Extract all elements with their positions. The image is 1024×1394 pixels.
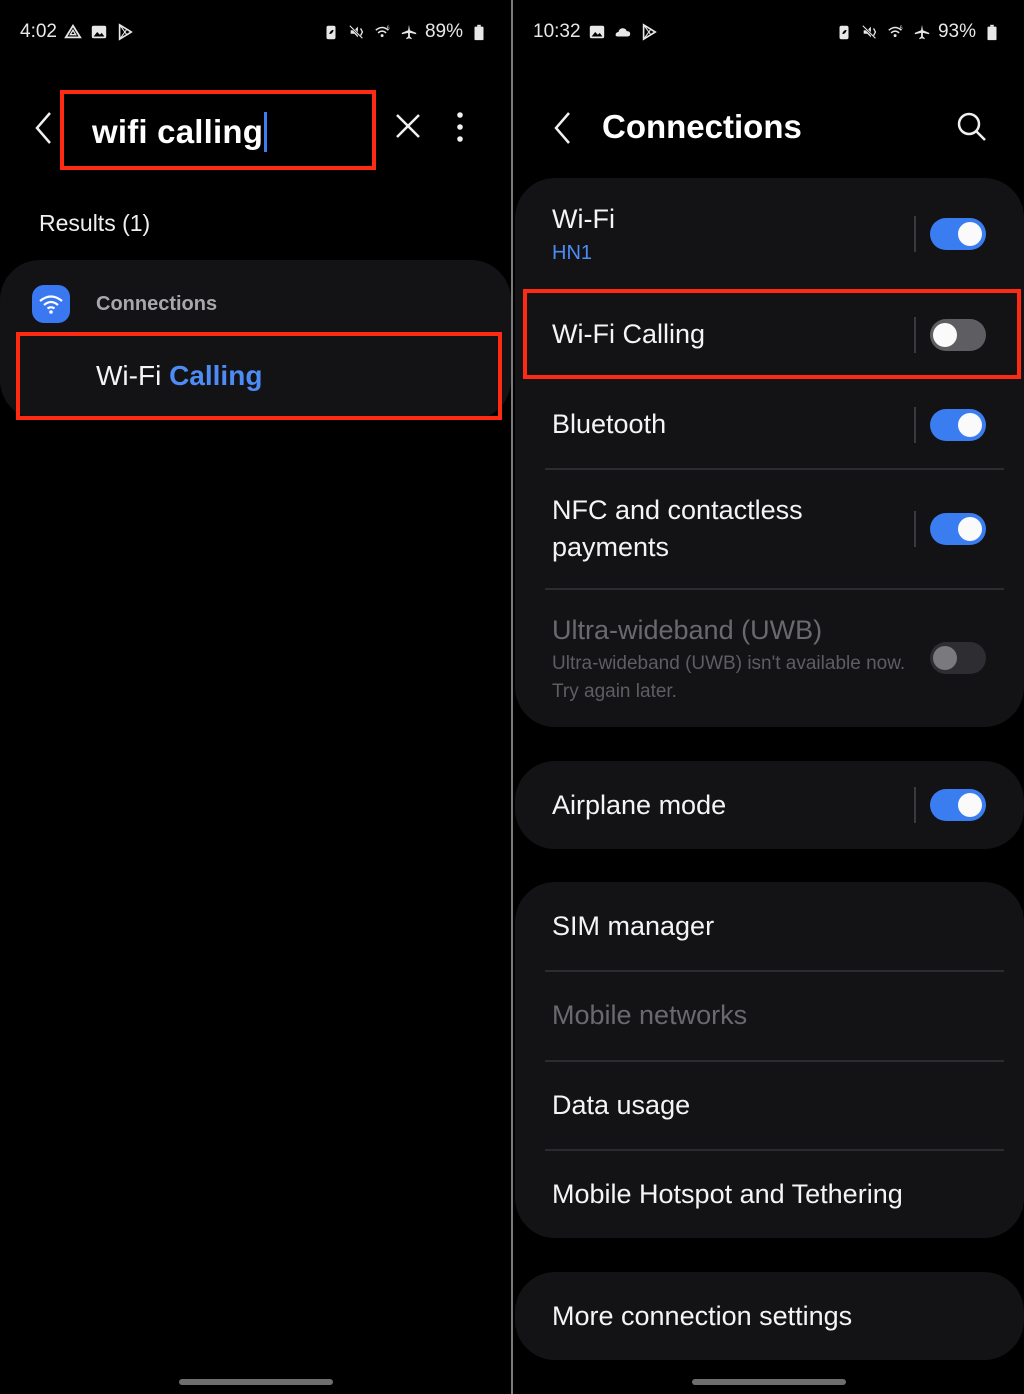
cloud-icon: [613, 22, 633, 42]
separator: [914, 407, 916, 443]
status-time: 10:32: [533, 21, 581, 42]
results-count: Results (1): [39, 210, 151, 236]
setting-row-uwb: Ultra-wideband (UWB) Ultra-wideband (UWB…: [515, 590, 1024, 727]
wifi-toggle[interactable]: [930, 218, 986, 250]
mute-icon: [347, 22, 367, 42]
text-caret: [264, 112, 268, 152]
play-store-icon: [639, 22, 659, 42]
setting-title: NFC and contactless payments: [552, 495, 803, 562]
uwb-toggle: [930, 642, 986, 674]
more-vert-icon[interactable]: [452, 110, 468, 144]
search-result-card: Connections Wi-Fi Calling: [0, 260, 511, 420]
gallery-icon: [89, 22, 109, 42]
battery-saver-icon: [321, 22, 341, 42]
result-title: Wi-Fi Calling: [96, 360, 263, 391]
settings-search-screen: 4:02 6 89% wifi calling Results (1) Conn…: [0, 0, 511, 1394]
setting-row-nfc[interactable]: NFC and contactless payments: [515, 470, 1024, 588]
match-highlight: Calling: [169, 360, 263, 391]
setting-title: Mobile networks: [552, 1000, 748, 1030]
page-title: Connections: [602, 108, 802, 145]
wifi-6-icon: 6: [373, 22, 393, 42]
drive-icon: [63, 22, 83, 42]
gallery-icon: [587, 22, 607, 42]
setting-title: More connection settings: [552, 1301, 853, 1331]
settings-group-wireless: Wi-Fi HN1 Wi-Fi Calling Bluetooth NFC an…: [515, 178, 1024, 727]
bluetooth-toggle[interactable]: [930, 409, 986, 441]
setting-row-sim-manager[interactable]: SIM manager: [515, 882, 1024, 971]
status-bar: 10:32 6 93%: [533, 18, 1002, 46]
setting-row-airplane-mode[interactable]: Airplane mode: [515, 761, 1024, 849]
setting-row-wifi[interactable]: Wi-Fi HN1: [515, 178, 1024, 288]
setting-title: Airplane mode: [552, 790, 727, 820]
battery-saver-icon: [834, 22, 854, 42]
setting-title: Bluetooth: [552, 409, 667, 439]
connections-screen: 10:32 6 93% Connections Wi-Fi HN1 Wi-Fi …: [513, 0, 1024, 1394]
separator: [914, 511, 916, 547]
play-store-icon: [115, 22, 135, 42]
search-field-highlight[interactable]: wifi calling: [60, 90, 376, 170]
airplane-icon: [912, 22, 932, 42]
search-result-wifi-calling[interactable]: Wi-Fi Calling: [16, 332, 502, 420]
setting-title: Ultra-wideband (UWB): [552, 615, 823, 645]
setting-title: SIM manager: [552, 911, 715, 941]
wifi-6-icon: 6: [886, 22, 906, 42]
setting-title: Data usage: [552, 1090, 691, 1120]
settings-group-airplane: Airplane mode: [515, 761, 1024, 849]
home-indicator[interactable]: [178, 1379, 333, 1385]
wifi-network-name: HN1: [552, 242, 593, 264]
battery-icon: [469, 22, 489, 42]
setting-title: Wi-Fi: [552, 204, 615, 234]
svg-text:6: 6: [387, 25, 390, 31]
back-arrow-icon[interactable]: [32, 110, 56, 146]
search-icon[interactable]: [956, 111, 988, 143]
wifi-calling-highlight: [523, 289, 1021, 379]
separator: [914, 216, 916, 252]
close-icon[interactable]: [394, 112, 422, 140]
mute-icon: [860, 22, 880, 42]
setting-row-hotspot[interactable]: Mobile Hotspot and Tethering: [515, 1151, 1024, 1238]
setting-description: Ultra-wideband (UWB) isn't available now…: [552, 653, 906, 702]
battery-percent: 93%: [937, 21, 976, 42]
separator: [914, 787, 916, 823]
status-time: 4:02: [20, 21, 57, 42]
setting-row-more-connection-settings[interactable]: More connection settings: [515, 1272, 1024, 1360]
nfc-toggle[interactable]: [930, 513, 986, 545]
result-category: Connections: [96, 293, 218, 315]
setting-title: Mobile Hotspot and Tethering: [552, 1179, 903, 1209]
airplane-mode-toggle[interactable]: [930, 789, 986, 821]
wifi-icon: [32, 285, 70, 323]
settings-group-more: More connection settings: [515, 1272, 1024, 1360]
airplane-icon: [399, 22, 419, 42]
setting-row-data-usage[interactable]: Data usage: [515, 1062, 1024, 1151]
back-arrow-icon[interactable]: [551, 110, 575, 146]
setting-row-bluetooth[interactable]: Bluetooth: [515, 379, 1024, 469]
search-input[interactable]: wifi calling: [92, 112, 268, 152]
setting-row-mobile-networks: Mobile networks: [515, 972, 1024, 1061]
status-bar: 4:02 6 89%: [20, 18, 489, 46]
home-indicator[interactable]: [691, 1379, 846, 1385]
settings-group-mobile: SIM manager Mobile networks Data usage M…: [515, 882, 1024, 1238]
battery-icon: [982, 22, 1002, 42]
battery-percent: 89%: [424, 21, 463, 42]
svg-text:6: 6: [900, 25, 903, 31]
